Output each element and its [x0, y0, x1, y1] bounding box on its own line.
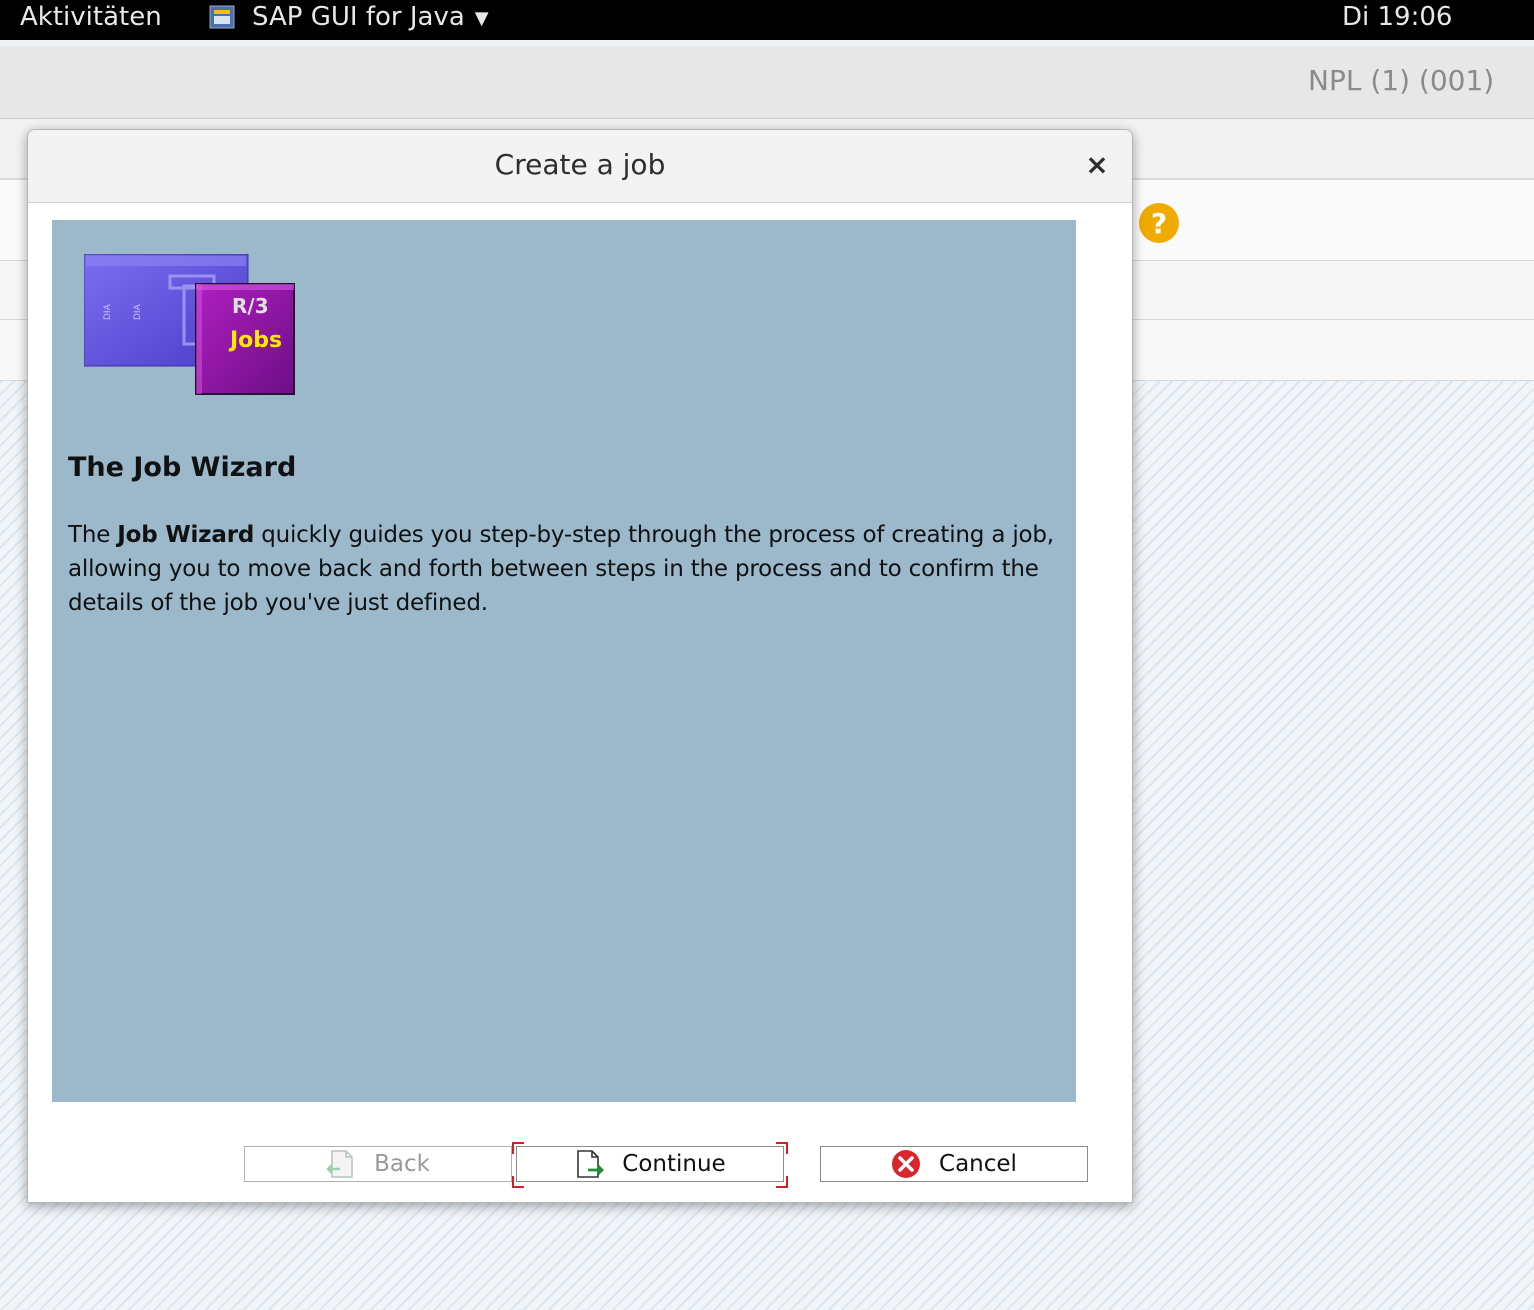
dialog-header: Create a job ×	[28, 130, 1132, 203]
chevron-down-icon: ▼	[474, 7, 489, 29]
focus-corner-tr	[776, 1142, 788, 1154]
back-button[interactable]: Back	[244, 1146, 512, 1182]
wizard-panel: DIA DIA R/3 Jobs The Job Wizard The Job …	[52, 220, 1076, 1102]
close-icon[interactable]: ×	[1082, 150, 1112, 180]
cancel-icon	[891, 1149, 921, 1179]
focus-corner-bl	[512, 1176, 524, 1188]
continue-button-label: Continue	[622, 1151, 726, 1177]
focus-corner-tl	[512, 1142, 524, 1154]
app-menu[interactable]: SAP GUI for Java ▼	[208, 2, 489, 32]
dialog-title: Create a job	[494, 148, 666, 181]
system-info: NPL (1) (001)	[1308, 64, 1495, 97]
logo-text-jobs: Jobs	[230, 328, 283, 353]
create-job-dialog: Create a job × DIA DIA R/3 Jobs The Job …	[27, 129, 1133, 1203]
description-bold: Job Wizard	[117, 522, 255, 548]
app-name: SAP GUI for Java	[252, 2, 465, 32]
activities-button[interactable]: Aktivitäten	[20, 2, 162, 32]
continue-button[interactable]: Continue	[516, 1146, 784, 1182]
wizard-heading: The Job Wizard	[68, 452, 297, 483]
description-intro: The	[68, 522, 118, 548]
back-button-label: Back	[374, 1151, 430, 1177]
focus-corner-br	[776, 1176, 788, 1188]
wizard-description: The Job Wizard quickly guides you step-b…	[68, 518, 1068, 620]
svg-text:DIA: DIA	[133, 303, 143, 320]
sap-title-bar: NPL (1) (001)	[0, 46, 1534, 119]
system-top-bar: Aktivitäten SAP GUI for Java ▼ Di 19:06	[0, 0, 1534, 40]
clock[interactable]: Di 19:06	[1342, 2, 1452, 32]
sap-app-icon	[208, 3, 238, 31]
cancel-button-label: Cancel	[939, 1151, 1017, 1177]
cancel-button[interactable]: Cancel	[820, 1146, 1088, 1182]
continue-page-icon	[574, 1149, 605, 1179]
svg-text:DIA: DIA	[103, 303, 113, 320]
r3-jobs-logo-icon: DIA DIA R/3 Jobs	[83, 253, 296, 396]
help-icon[interactable]: ?	[1139, 203, 1179, 243]
back-page-icon	[326, 1149, 356, 1179]
logo-text-r3: R/3	[232, 294, 269, 318]
